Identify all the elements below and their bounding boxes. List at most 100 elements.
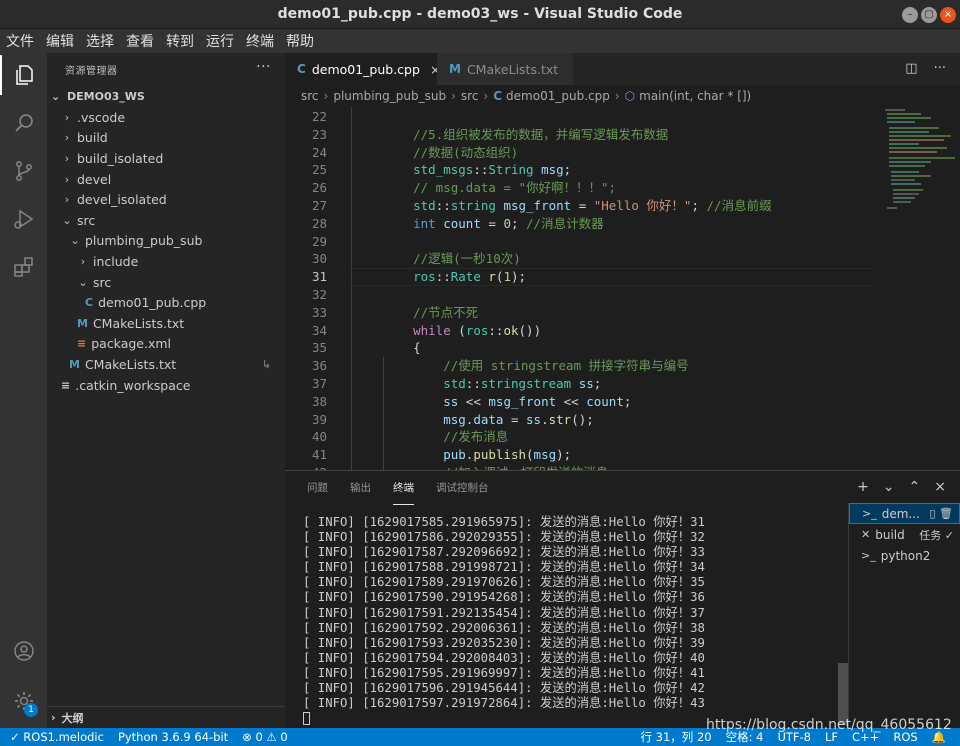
menu-help[interactable]: 帮助: [286, 31, 314, 51]
tree-item-demo01-pub-cpp[interactable]: C demo01_pub.cpp: [47, 292, 285, 313]
line-number: 26: [311, 180, 327, 196]
editor-actions: ◫ ···: [905, 61, 946, 76]
menu-run[interactable]: 运行: [206, 31, 234, 51]
more-actions-icon[interactable]: ···: [934, 61, 946, 76]
tree-item-include[interactable]: › include: [47, 251, 285, 272]
tree-item-label: .vscode: [77, 109, 126, 125]
menu-go[interactable]: 转到: [166, 31, 194, 51]
run-debug-icon[interactable]: [0, 199, 47, 239]
menu-edit[interactable]: 编辑: [46, 31, 74, 51]
line-number: 32: [311, 287, 327, 302]
code-token: {: [383, 340, 421, 356]
tree-item-cmakelists-pkg[interactable]: M CMakeLists.txt: [47, 313, 285, 334]
tree-item-devel[interactable]: › devel: [47, 169, 285, 190]
code-line[interactable]: 35 {: [285, 339, 875, 357]
split-trash-icon[interactable]: ▯ 🗑: [929, 507, 953, 520]
terminal-output[interactable]: [ INFO] [1629017585.291965975]: 发送的消息:He…: [303, 515, 843, 727]
code-line[interactable]: 26 // msg.data = "你好啊！！！";: [285, 179, 875, 197]
tab-debug-console[interactable]: 调试控制台: [436, 471, 489, 505]
terminal-item-build[interactable]: ✕ build 任务 ✓: [849, 524, 960, 545]
tree-item-devel-isolated[interactable]: › devel_isolated: [47, 189, 285, 210]
tree-item-src[interactable]: ⌄ src: [47, 210, 285, 231]
maximize-panel-icon[interactable]: ⌃: [909, 479, 921, 495]
source-control-icon[interactable]: [0, 151, 47, 191]
split-editor-icon[interactable]: ◫: [905, 61, 917, 76]
menu-file[interactable]: 文件: [6, 31, 34, 51]
maximize-button[interactable]: ▢: [921, 7, 937, 23]
tree-item-vscode[interactable]: › .vscode: [47, 107, 285, 128]
tab-cmakelists[interactable]: M CMakeLists.txt: [437, 53, 573, 85]
code-line[interactable]: 24 //数据(动态组织): [285, 144, 875, 162]
menu-view[interactable]: 查看: [126, 31, 154, 51]
more-actions-icon[interactable]: ···: [256, 59, 271, 75]
code-line[interactable]: 29: [285, 233, 875, 251]
activity-bar: 1: [0, 53, 47, 728]
notification-badge: 1: [24, 703, 38, 717]
code-line[interactable]: 25 std_msgs::String msg;: [285, 161, 875, 179]
tree-item-plumbing-pub-sub[interactable]: ⌄ plumbing_pub_sub: [47, 231, 285, 252]
tree-item-build[interactable]: › build: [47, 128, 285, 149]
code-token: //消息计数器: [526, 215, 604, 231]
menu-selection[interactable]: 选择: [86, 31, 114, 51]
code-line[interactable]: 22: [285, 108, 875, 126]
tree-item-build-isolated[interactable]: › build_isolated: [47, 148, 285, 169]
code-line[interactable]: 28 int count = 0; //消息计数器: [285, 215, 875, 233]
minimap[interactable]: [875, 107, 960, 470]
code-line[interactable]: 30 //逻辑(一秒10次): [285, 250, 875, 268]
tab-terminal[interactable]: 终端: [393, 471, 414, 505]
status-ros[interactable]: ✓ ROS1.melodic: [10, 730, 104, 744]
status-python[interactable]: Python 3.6.9 64-bit: [118, 730, 228, 744]
code-line[interactable]: 33 //节点不死: [285, 304, 875, 322]
terminal-item-demo[interactable]: >_ dem... ▯ 🗑: [849, 503, 960, 524]
terminal-scrollbar[interactable]: [838, 663, 848, 725]
code-line[interactable]: 23 //5.组织被发布的数据，并编写逻辑发布数据: [285, 126, 875, 144]
close-panel-icon[interactable]: ×: [934, 479, 946, 495]
code-line[interactable]: 32: [285, 286, 875, 304]
code-line[interactable]: 41 pub.publish(msg);: [285, 446, 875, 464]
code-line[interactable]: 38 ss << msg_front << count;: [285, 393, 875, 411]
chevron-down-icon[interactable]: ⌄: [883, 479, 895, 495]
breadcrumb-symbol[interactable]: main(int, char * []): [639, 89, 751, 103]
code-line[interactable]: 37 std::stringstream ss;: [285, 375, 875, 393]
code-line[interactable]: 27 std::string msg_front = "Hello 你好！"; …: [285, 197, 875, 215]
manage-gear-icon[interactable]: 1: [0, 681, 47, 721]
workspace-root[interactable]: ⌄ DEMO03_WS: [47, 85, 285, 107]
menu-terminal[interactable]: 终端: [246, 31, 274, 51]
breadcrumb-src-inner[interactable]: src: [461, 89, 479, 103]
terminal-item-python2[interactable]: >_ python2: [849, 545, 960, 566]
minimize-button[interactable]: –: [902, 7, 918, 23]
code-editor[interactable]: 22 23 //5.组织被发布的数据，并编写逻辑发布数据 24 //数据(动态组织)…: [285, 107, 875, 470]
chevron-right-icon: ›: [64, 110, 70, 124]
tab-problems[interactable]: 问题: [307, 471, 328, 505]
code-line[interactable]: 40 //发布消息: [285, 428, 875, 446]
breadcrumb-src[interactable]: src: [301, 89, 319, 103]
code-line[interactable]: 39 msg.data = ss.str();: [285, 411, 875, 429]
new-terminal-icon[interactable]: +: [857, 479, 869, 495]
status-cursor-position[interactable]: 行 31，列 20: [641, 729, 712, 745]
terminal-icon: >_: [861, 549, 876, 562]
code-line[interactable]: 34 while (ros::ok()): [285, 322, 875, 340]
terminal-line: [ INFO] [1629017585.291965975]: 发送的消息:He…: [303, 515, 705, 529]
search-icon[interactable]: [0, 103, 47, 143]
terminal-line: [ INFO] [1629017586.292029355]: 发送的消息:He…: [303, 530, 705, 545]
code-line[interactable]: 36 //使用 stringstream 拼接字符串与编号: [285, 357, 875, 375]
close-button[interactable]: ×: [940, 7, 956, 23]
breadcrumb-package[interactable]: plumbing_pub_sub: [333, 89, 446, 103]
tree-item-cmakelists-src[interactable]: M CMakeLists.txt ↳: [47, 354, 285, 375]
explorer-icon[interactable]: [0, 55, 47, 95]
breadcrumb-file[interactable]: demo01_pub.cpp: [506, 89, 610, 103]
tab-demo01-pub-cpp[interactable]: C demo01_pub.cpp ×: [285, 53, 440, 85]
code-line[interactable]: 31 ros::Rate r(1);: [285, 268, 875, 286]
outline-section[interactable]: › 大纲: [47, 706, 285, 728]
tree-item-package-xml[interactable]: ≡ package.xml: [47, 334, 285, 355]
extensions-icon[interactable]: [0, 247, 47, 287]
tree-item-src-inner[interactable]: ⌄ src: [47, 272, 285, 293]
accounts-icon[interactable]: [0, 631, 47, 671]
tree-item-catkin-workspace[interactable]: ≡ .catkin_workspace: [47, 375, 285, 396]
code-text: msg.data = ss.str();: [383, 411, 594, 429]
status-problems[interactable]: ⊗ 0 ⚠ 0: [242, 730, 288, 744]
tab-output[interactable]: 输出: [350, 471, 371, 505]
code-token: msg: [533, 447, 557, 463]
